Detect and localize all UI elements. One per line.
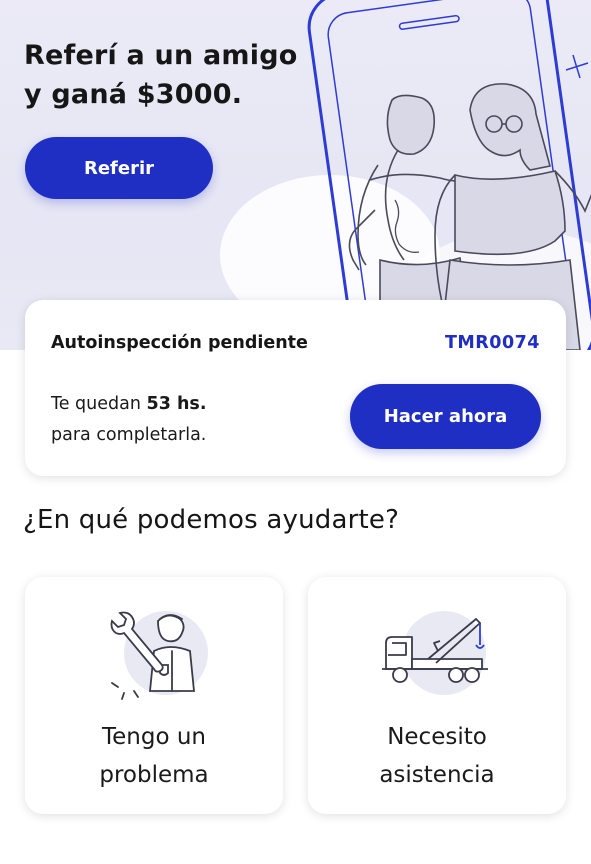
referral-title: Referí a un amigo y ganá $3000. [24, 36, 324, 114]
pending-inspection-card: Autoinspección pendiente TMR0074 Te qued… [25, 300, 566, 476]
referral-title-line2: y ganá $3000. [24, 79, 243, 110]
remaining-suffix: para completarla. [51, 425, 207, 445]
remaining-time-text: Te quedan 53 hs. para completarla. [51, 389, 206, 451]
help-option-assistance-label: Necesito asistencia [379, 724, 495, 788]
remaining-hours: 53 hs. [146, 394, 207, 414]
remaining-prefix: Te quedan [51, 394, 141, 414]
mechanic-wrench-icon [110, 611, 208, 700]
help-option-assistance[interactable]: Necesito asistencia [308, 577, 566, 814]
help-section-title: ¿En qué podemos ayudarte? [23, 505, 400, 535]
referral-banner: Referí a un amigo y ganá $3000. Referir [0, 0, 591, 350]
refer-button[interactable]: Referir [25, 137, 213, 199]
help-option-problem[interactable]: Tengo un problema [25, 577, 283, 814]
tow-truck-icon [382, 611, 488, 695]
referral-title-line1: Referí a un amigo [24, 40, 298, 71]
do-inspection-now-button[interactable]: Hacer ahora [350, 384, 541, 449]
inspection-code: TMR0074 [444, 333, 540, 353]
help-option-problem-label: Tengo un problema [99, 724, 209, 788]
pending-inspection-title: Autoinspección pendiente [51, 333, 308, 353]
